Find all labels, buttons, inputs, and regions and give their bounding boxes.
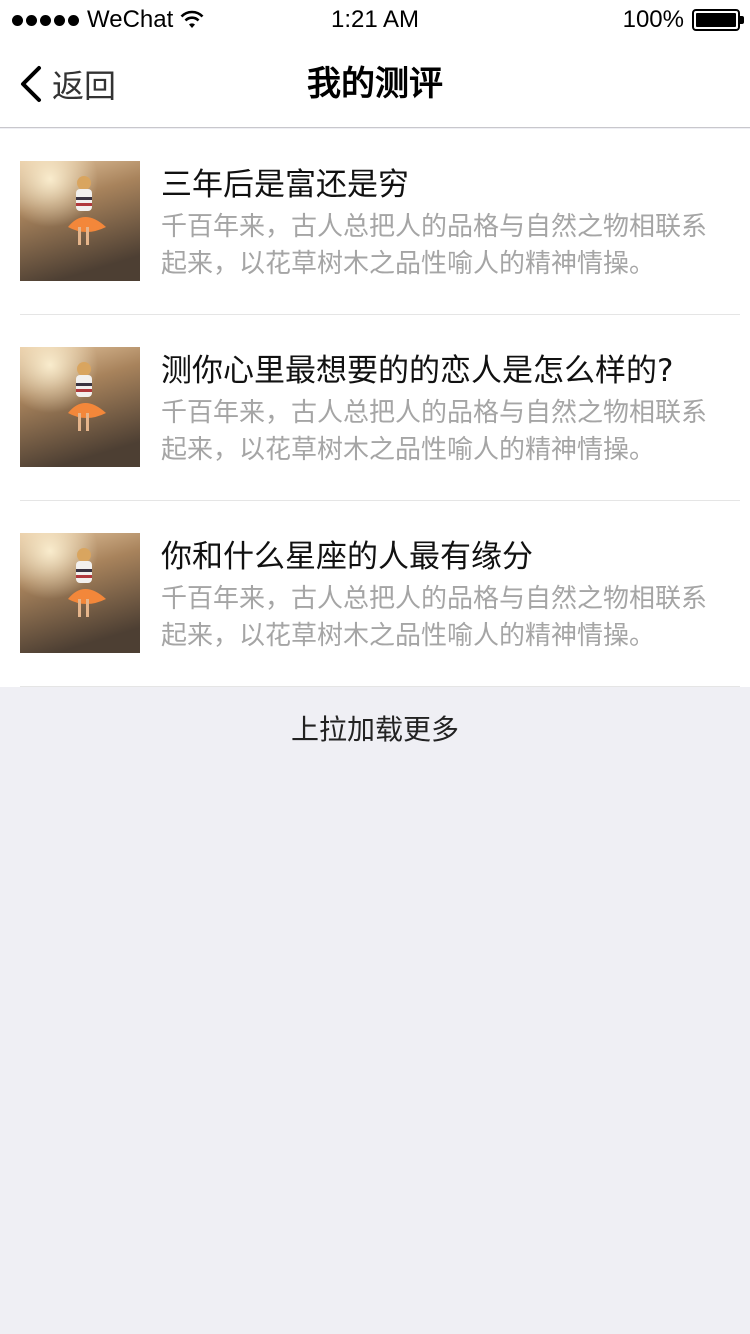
item-description: 千百年来，古人总把人的品格与自然之物相联系起来，以花草树木之品性喻人的精神情操。 (161, 398, 708, 465)
item-title: 你和什么星座的人最有缘分 (161, 539, 533, 575)
status-bar: WeChat 1:21 AM 100% (0, 0, 750, 40)
battery-icon (692, 9, 744, 31)
evaluation-list: 三年后是富还是穷 千百年来，古人总把人的品格与自然之物相联系起来，以花草树木之品… (0, 129, 750, 687)
list-item[interactable]: 测你心里最想要的的恋人是怎么样的? 千百年来，古人总把人的品格与自然之物相联系起… (0, 315, 750, 501)
chevron-left-icon (21, 66, 41, 102)
item-title: 测你心里最想要的的恋人是怎么样的? (161, 353, 674, 389)
item-title: 三年后是富还是穷 (161, 167, 409, 203)
thumbnail-image (20, 533, 140, 653)
load-more-label: 上拉加载更多 (290, 713, 459, 746)
divider (20, 686, 740, 687)
list-item[interactable]: 三年后是富还是穷 千百年来，古人总把人的品格与自然之物相联系起来，以花草树木之品… (0, 129, 750, 315)
back-button[interactable]: 返回 (18, 40, 116, 128)
list-item[interactable]: 你和什么星座的人最有缘分 千百年来，古人总把人的品格与自然之物相联系起来，以花草… (0, 501, 750, 687)
status-right: 100% (622, 6, 744, 34)
item-description: 千百年来，古人总把人的品格与自然之物相联系起来，以花草树木之品性喻人的精神情操。 (161, 212, 708, 279)
navigation-bar: 返回 我的测评 (0, 40, 750, 128)
back-label: 返回 (52, 67, 117, 105)
thumbnail-image (20, 347, 140, 467)
item-description: 千百年来，古人总把人的品格与自然之物相联系起来，以花草树木之品性喻人的精神情操。 (161, 584, 708, 651)
thumbnail-image (20, 161, 140, 281)
battery-percent: 100% (622, 6, 684, 33)
screen: WeChat 1:21 AM 100% 返回 我的测评 三年后是富还是穷 千百年… (0, 0, 750, 1334)
